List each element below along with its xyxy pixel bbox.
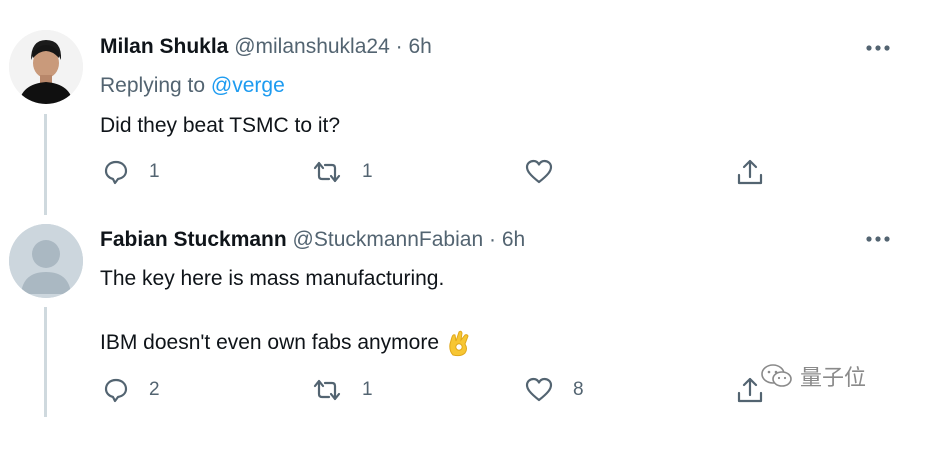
more-options-icon[interactable] [864, 42, 892, 54]
reply-button[interactable]: 2 [103, 377, 160, 403]
retweet-button[interactable]: 1 [312, 160, 373, 184]
ok-hand-emoji-icon [449, 330, 469, 357]
tweet-text-line-2-label: IBM doesn't even own fabs anymore [100, 331, 440, 354]
reply-button[interactable]: 1 [103, 159, 160, 185]
handle[interactable]: @milanshukla24 [234, 35, 390, 58]
reply-icon [104, 378, 128, 403]
thread-line [44, 114, 47, 215]
separator-dot: · [488, 228, 496, 251]
default-avatar-icon [9, 224, 83, 298]
wechat-icon [761, 364, 792, 387]
like-count: 8 [573, 379, 584, 400]
replying-prefix: Replying to [100, 74, 206, 97]
retweet-button[interactable]: 1 [312, 378, 373, 402]
mention-link[interactable]: @verge [211, 74, 285, 97]
avatar-fabian[interactable] [9, 224, 83, 298]
share-button[interactable] [737, 158, 763, 186]
display-name[interactable]: Milan Shukla [100, 35, 228, 58]
thread-line [44, 307, 47, 417]
tweet-milan[interactable]: Milan Shukla @milanshukla24 · 6h Replyin… [0, 0, 932, 215]
tweet-header: Milan Shukla @milanshukla24 · 6h [100, 35, 432, 59]
retweet-count: 1 [362, 379, 373, 400]
retweet-icon [313, 379, 341, 401]
timestamp[interactable]: 6h [408, 35, 431, 58]
like-button[interactable]: 8 [525, 377, 584, 403]
tweet-fabian[interactable]: Fabian Stuckmann @StuckmannFabian · 6h T… [0, 215, 932, 452]
heart-icon [525, 377, 553, 402]
like-button[interactable] [525, 159, 553, 185]
heart-icon [525, 159, 553, 184]
reply-count: 1 [149, 161, 160, 182]
tweet-header: Fabian Stuckmann @StuckmannFabian · 6h [100, 228, 525, 252]
tweet-text-line-2: IBM doesn't even own fabs anymore [100, 329, 471, 357]
timestamp[interactable]: 6h [502, 228, 525, 251]
retweet-count: 1 [362, 161, 373, 182]
retweet-icon [313, 161, 341, 183]
separator-dot: · [395, 35, 403, 58]
watermark-text: 量子位 [800, 365, 867, 390]
handle[interactable]: @StuckmannFabian [293, 228, 484, 251]
person-photo-icon [9, 30, 83, 104]
more-options-icon[interactable] [864, 233, 892, 245]
avatar-milan[interactable] [9, 30, 83, 104]
tweet-text: Did they beat TSMC to it? [100, 114, 341, 137]
reply-icon [104, 160, 128, 185]
tweet-text-line-1: The key here is mass manufacturing. [100, 267, 445, 290]
replying-to: Replying to @verge [100, 74, 285, 98]
share-icon [737, 159, 763, 185]
reply-count: 2 [149, 379, 160, 400]
watermark: 量子位 [760, 360, 866, 392]
display-name[interactable]: Fabian Stuckmann [100, 228, 287, 251]
